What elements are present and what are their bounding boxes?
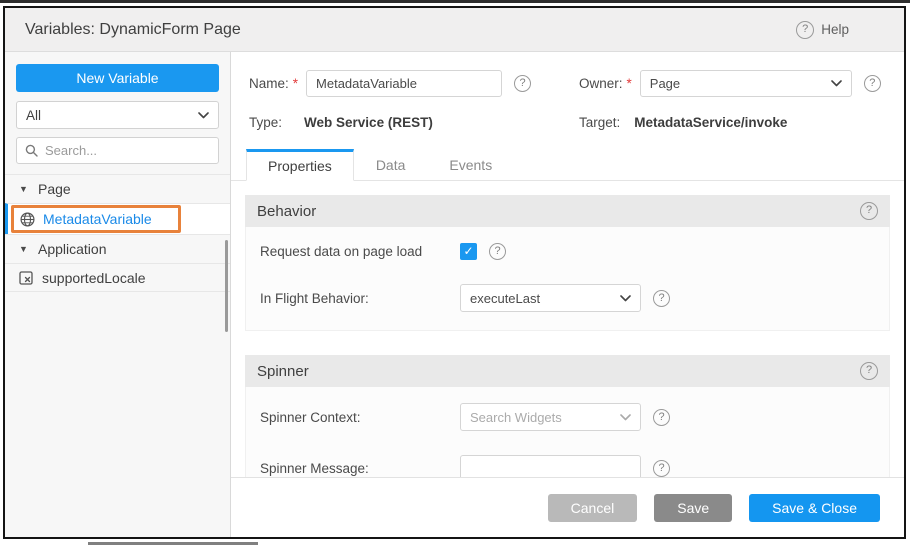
target-value: MetadataService/invoke [634,115,787,130]
tree-group-label: Page [38,181,71,197]
dialog-footer: Cancel Save Save & Close [231,477,904,537]
caret-down-icon[interactable]: ▼ [19,184,29,194]
spinner-section: Spinner ? Spinner Context: Search Widget… [245,355,890,477]
tab-events[interactable]: Events [427,150,514,181]
name-help-icon[interactable]: ? [514,75,531,92]
tree-item-supportedlocale[interactable]: supportedLocale [5,263,230,292]
tree-item-label: MetadataVariable [43,211,152,227]
owner-select-value: Page [650,76,831,91]
request-data-checkbox[interactable]: ✓ [460,243,477,260]
name-input[interactable] [306,70,502,97]
type-value: Web Service (REST) [304,115,433,130]
search-icon [25,144,38,157]
spinner-context-placeholder: Search Widgets [470,410,620,425]
background-app-remnant-top [0,0,910,3]
spinner-message-help-icon[interactable]: ? [653,460,670,477]
variables-tree: ▼ Page MetadataVariable ▼ Application [5,174,230,292]
spinner-context-select[interactable]: Search Widgets [460,403,641,431]
chevron-down-icon [198,112,209,119]
in-flight-select[interactable]: executeLast [460,284,641,312]
behavior-section-header: Behavior ? [245,195,890,227]
variable-detail-panel: Name: * ? Owner: * Page [231,52,904,537]
variables-sidebar: New Variable All ▼ Page [5,52,231,537]
in-flight-help-icon[interactable]: ? [653,290,670,307]
web-service-variable-globe-icon [20,212,35,227]
tree-group-page[interactable]: ▼ Page [5,174,230,203]
name-label: Name: [249,76,289,91]
request-data-row: Request data on page load ✓ ? [246,231,889,272]
spinner-context-row: Spinner Context: Search Widgets ? [246,391,889,443]
owner-help-icon[interactable]: ? [864,75,881,92]
behavior-section-title: Behavior [257,203,860,220]
chevron-down-icon [620,295,631,302]
target-label: Target: [579,115,620,130]
new-variable-button[interactable]: New Variable [16,64,219,92]
chevron-down-icon [831,80,842,87]
tree-item-label: supportedLocale [42,270,146,286]
in-flight-select-value: executeLast [470,291,620,306]
variable-filter-value: All [26,108,198,123]
dialog-title: Variables: DynamicForm Page [25,21,241,39]
spinner-message-input[interactable] [460,455,641,477]
save-button[interactable]: Save [654,494,732,522]
spinner-message-label: Spinner Message: [260,461,460,476]
in-flight-row: In Flight Behavior: executeLast ? [246,272,889,324]
dialog-header: Variables: DynamicForm Page ? Help [5,8,904,52]
cancel-button[interactable]: Cancel [548,494,638,522]
help-button[interactable]: ? Help [796,21,849,39]
required-asterisk: * [627,76,632,91]
spinner-context-help-icon[interactable]: ? [653,409,670,426]
tab-properties[interactable]: Properties [246,149,354,181]
properties-tab-content: Behavior ? Request data on page load ✓ ?… [231,181,904,477]
spinner-section-header: Spinner ? [245,355,890,387]
owner-select[interactable]: Page [640,70,852,97]
help-question-icon: ? [796,21,814,39]
in-flight-label: In Flight Behavior: [260,291,460,306]
behavior-section: Behavior ? Request data on page load ✓ ?… [245,195,890,331]
type-label: Type: [249,115,282,130]
spinner-message-row: Spinner Message: ? [246,443,889,477]
variable-filter-select[interactable]: All [16,101,219,129]
behavior-help-icon[interactable]: ? [860,202,878,220]
request-data-label: Request data on page load [260,244,460,259]
detail-tabbar: Properties Data Events [231,148,904,181]
spinner-section-title: Spinner [257,363,860,380]
model-variable-icon [19,271,33,285]
help-label: Help [821,22,849,37]
annotation-highlight-box: MetadataVariable [11,205,181,233]
caret-down-icon[interactable]: ▼ [19,244,29,254]
variables-dialog: Variables: DynamicForm Page ? Help New V… [3,6,906,539]
request-data-help-icon[interactable]: ? [489,243,506,260]
required-asterisk: * [293,76,298,91]
spinner-help-icon[interactable]: ? [860,362,878,380]
tree-item-metadatavariable[interactable]: MetadataVariable [5,203,230,234]
variable-search-box[interactable] [16,137,219,164]
save-and-close-button[interactable]: Save & Close [749,494,880,522]
tree-group-application[interactable]: ▼ Application [5,234,230,263]
variable-summary-form: Name: * ? Owner: * Page [231,52,904,134]
variable-search-input[interactable] [45,143,210,158]
sidebar-scrollbar-thumb[interactable] [225,240,228,332]
tree-group-label: Application [38,241,107,257]
tab-data[interactable]: Data [354,150,428,181]
spinner-context-label: Spinner Context: [260,410,460,425]
owner-label: Owner: [579,76,623,91]
chevron-down-icon [620,414,631,421]
background-app-remnant-bottom [88,542,258,545]
